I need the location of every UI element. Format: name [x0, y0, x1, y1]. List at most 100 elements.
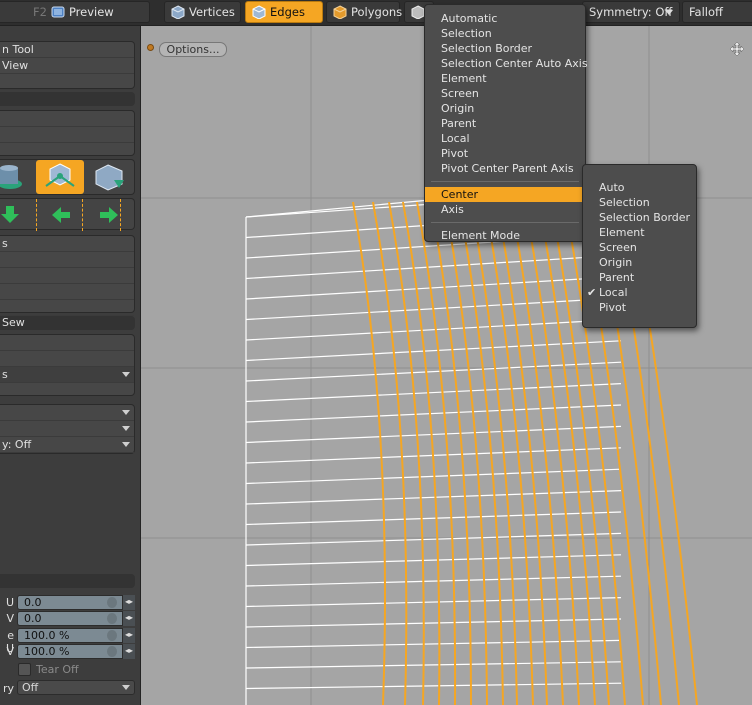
symmetry-option-dropdown[interactable]: y: Off — [0, 437, 134, 453]
preview-label: Preview — [68, 5, 114, 19]
arrow-left-icon[interactable] — [48, 203, 74, 227]
polygons-button[interactable]: Polygons — [326, 1, 402, 23]
stepper-arrows-icon[interactable]: ◂▸ — [122, 611, 135, 626]
panel-row[interactable] — [0, 111, 134, 127]
menu-item-pivot-center-parent-axis[interactable]: Pivot Center Parent Axis — [425, 161, 585, 176]
mesh-edge — [245, 554, 622, 567]
submenu-item-element[interactable]: Element — [583, 225, 696, 240]
stepper-arrows-icon[interactable]: ◂▸ — [122, 595, 135, 610]
u-offset-field[interactable]: 0.0 ◂▸ — [17, 595, 135, 610]
checkmark-icon: ✔ — [587, 286, 597, 299]
panel-row[interactable] — [0, 335, 134, 351]
menu-item-selection-center-auto-axis[interactable]: Selection Center Auto Axis — [425, 56, 588, 71]
menu-item-automatic[interactable]: Automatic — [425, 11, 585, 26]
submenu-item-auto[interactable]: Auto — [583, 180, 696, 195]
move-view-icon[interactable] — [729, 41, 745, 57]
tool-sidebar: n Tool View s Sew s y: Off U 0.0 ◂▸ V 0.… — [0, 26, 141, 705]
mesh-edge — [245, 597, 622, 608]
sew-dropdown[interactable]: s — [0, 367, 134, 383]
tool-row[interactable]: n Tool — [0, 42, 134, 58]
options-button[interactable]: Options... — [159, 42, 227, 57]
vertices-cube-icon — [171, 5, 185, 19]
reset-icon[interactable] — [107, 630, 117, 641]
top-toolbar: F2 Preview Vertices Edges Polygons Symme… — [0, 0, 752, 26]
menu-item-axis[interactable]: Axis — [425, 202, 585, 217]
menu-item-origin[interactable]: Origin — [425, 101, 585, 116]
menu-item-selection-border[interactable]: Selection Border — [425, 41, 585, 56]
mesh-border-edge — [245, 198, 442, 218]
arrow-button-bar — [0, 198, 135, 231]
list-item[interactable]: s — [0, 236, 134, 252]
list-item[interactable] — [0, 268, 134, 284]
submenu-item-pivot[interactable]: Pivot — [583, 300, 696, 315]
mesh-edge — [245, 340, 622, 362]
submenu-item-selection-border[interactable]: Selection Border — [583, 210, 696, 225]
action-center-button[interactable] — [36, 160, 84, 194]
section-header — [0, 92, 135, 106]
selected-edge — [430, 201, 472, 705]
tool-row-empty[interactable] — [0, 74, 134, 90]
stepper-arrows-icon[interactable]: ◂▸ — [122, 644, 135, 659]
submenu-item-selection[interactable]: Selection — [583, 195, 696, 210]
preview-icon — [51, 5, 65, 19]
submenu-item-origin[interactable]: Origin — [583, 255, 696, 270]
menu-item-screen[interactable]: Screen — [425, 86, 585, 101]
arrow-down-icon[interactable] — [0, 202, 22, 228]
falloff-dropdown[interactable]: Falloff — [682, 1, 752, 23]
symmetry-dropdown[interactable]: Symmetry: Off — [582, 1, 680, 23]
menu-item-selection[interactable]: Selection — [425, 26, 585, 41]
chevron-down-icon — [122, 410, 130, 415]
tear-off-checkbox[interactable] — [18, 663, 31, 676]
menu-separator — [431, 222, 579, 223]
edges-label: Edges — [270, 5, 305, 19]
preview-button[interactable]: F2 Preview — [0, 1, 150, 23]
option-dropdown-1[interactable] — [0, 405, 134, 421]
menu-separator — [431, 181, 579, 182]
v-scale-value: 100.0 % — [24, 645, 70, 658]
view-row[interactable]: View — [0, 58, 134, 74]
rotate-tool-icon[interactable] — [0, 162, 32, 192]
symmetry-label: Symmetry: Off — [589, 5, 673, 19]
submenu-item-local[interactable]: ✔ Local — [583, 285, 696, 300]
v-scale-label: V — [6, 645, 14, 658]
stepper-arrows-icon[interactable]: ◂▸ — [122, 628, 135, 643]
menu-item-element[interactable]: Element — [425, 71, 585, 86]
v-offset-value: 0.0 — [24, 612, 42, 625]
mesh-edge — [245, 575, 622, 587]
v-scale-field[interactable]: 100.0 % ◂▸ — [17, 644, 135, 659]
mesh-edge — [245, 404, 622, 423]
list-item[interactable] — [0, 300, 134, 316]
mesh-edge — [245, 318, 622, 341]
menu-item-center[interactable]: Center — [425, 187, 585, 202]
polygons-cube-icon — [333, 5, 347, 19]
divider — [120, 199, 121, 231]
menu-item-parent[interactable]: Parent — [425, 116, 585, 131]
submenu-item-screen[interactable]: Screen — [583, 240, 696, 255]
list-item[interactable] — [0, 284, 134, 300]
submenu-item-parent[interactable]: Parent — [583, 270, 696, 285]
mesh-edge — [245, 383, 622, 403]
chevron-down-icon — [665, 10, 673, 15]
menu-item-local[interactable]: Local — [425, 131, 585, 146]
list-item[interactable] — [0, 252, 134, 268]
action-center-icon — [45, 163, 75, 187]
arrow-right-icon[interactable] — [96, 203, 122, 227]
vertices-button[interactable]: Vertices — [164, 1, 241, 23]
v-offset-field[interactable]: 0.0 ◂▸ — [17, 611, 135, 626]
symmetry-label: ry — [2, 682, 14, 695]
reset-icon[interactable] — [107, 646, 117, 657]
menu-item-element-mode[interactable]: Element Mode — [425, 228, 585, 243]
symmetry-dropdown-field[interactable]: Off — [17, 680, 135, 695]
transform-tool-icon[interactable] — [92, 162, 128, 192]
list-panel: s — [0, 235, 135, 316]
u-scale-field[interactable]: 100.0 % ◂▸ — [17, 628, 135, 643]
mesh-edge — [245, 682, 622, 690]
panel-row[interactable] — [0, 127, 134, 143]
tear-off-label: Tear Off — [36, 663, 79, 676]
menu-item-pivot[interactable]: Pivot — [425, 146, 585, 161]
reset-icon[interactable] — [107, 597, 117, 608]
option-dropdown-2[interactable] — [0, 421, 134, 437]
panel-row[interactable] — [0, 351, 134, 367]
edges-button[interactable]: Edges — [245, 1, 323, 23]
reset-icon[interactable] — [107, 613, 117, 624]
